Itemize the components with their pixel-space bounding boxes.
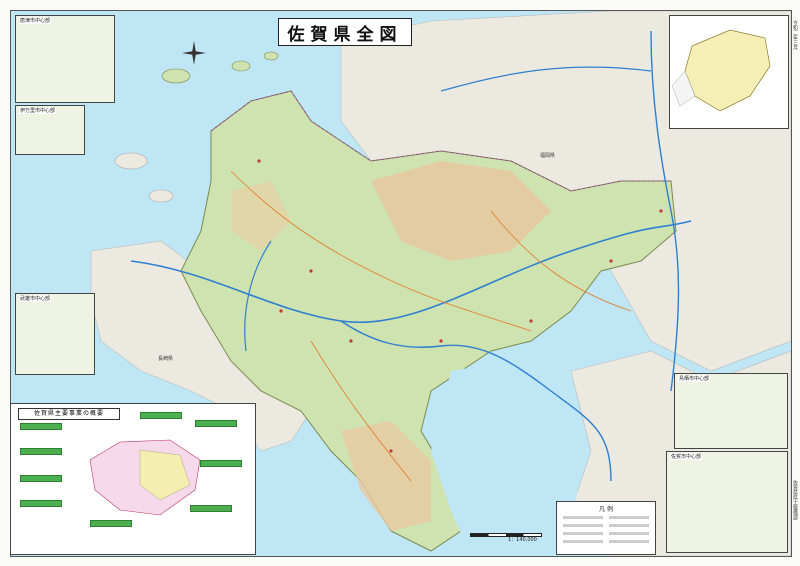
inset-tosu[interactable]: 鳥栖市中心部 xyxy=(674,373,788,449)
project-tag xyxy=(195,420,237,427)
compass-rose-icon xyxy=(182,41,206,65)
inset-karatsu[interactable]: 唐津市中心部 xyxy=(15,15,115,103)
inset-caption: 鳥栖市中心部 xyxy=(678,375,711,382)
index-map-canvas xyxy=(671,29,771,112)
inset-caption: 佐賀市中心部 xyxy=(670,453,703,460)
project-tag xyxy=(20,500,62,507)
major-projects-title: 佐賀県主要事業の概要 xyxy=(18,408,120,420)
legend-title: 凡 例 xyxy=(599,506,613,513)
projects-map-canvas xyxy=(89,439,201,516)
region-label-fukuoka: 福岡県 xyxy=(540,153,556,159)
legend: 凡 例 xyxy=(556,501,656,555)
island xyxy=(231,60,251,72)
inset-caption: 伊万里市中心部 xyxy=(19,107,57,114)
region-label-nagasaki: 長崎県 xyxy=(158,356,174,362)
map-sheet: 唐津市中心部 伊万里市中心部 武雄市中心部 鳥栖市中心部 佐賀市中心部 凡 例 xyxy=(0,0,800,566)
map-title: 佐賀県全図 xyxy=(278,18,412,46)
scale-label: 1：140,000 xyxy=(508,537,537,543)
side-note-issuer: 佐賀県県土整備部 xyxy=(792,480,798,520)
inset-caption: 唐津市中心部 xyxy=(19,17,52,24)
project-tag xyxy=(20,448,62,455)
index-map[interactable] xyxy=(669,15,789,129)
island xyxy=(263,51,279,61)
inset-saga[interactable]: 佐賀市中心部 xyxy=(666,451,788,553)
inset-caption: 武雄市中心部 xyxy=(19,295,52,302)
project-tag xyxy=(20,423,62,430)
side-note: 令和二年三月 xyxy=(792,20,798,50)
project-tag xyxy=(140,412,182,419)
inset-takeo[interactable]: 武雄市中心部 xyxy=(15,293,95,375)
island xyxy=(161,68,191,84)
island xyxy=(114,152,148,170)
inset-imari[interactable]: 伊万里市中心部 xyxy=(15,105,85,155)
island xyxy=(148,189,174,203)
project-tag xyxy=(20,475,62,482)
